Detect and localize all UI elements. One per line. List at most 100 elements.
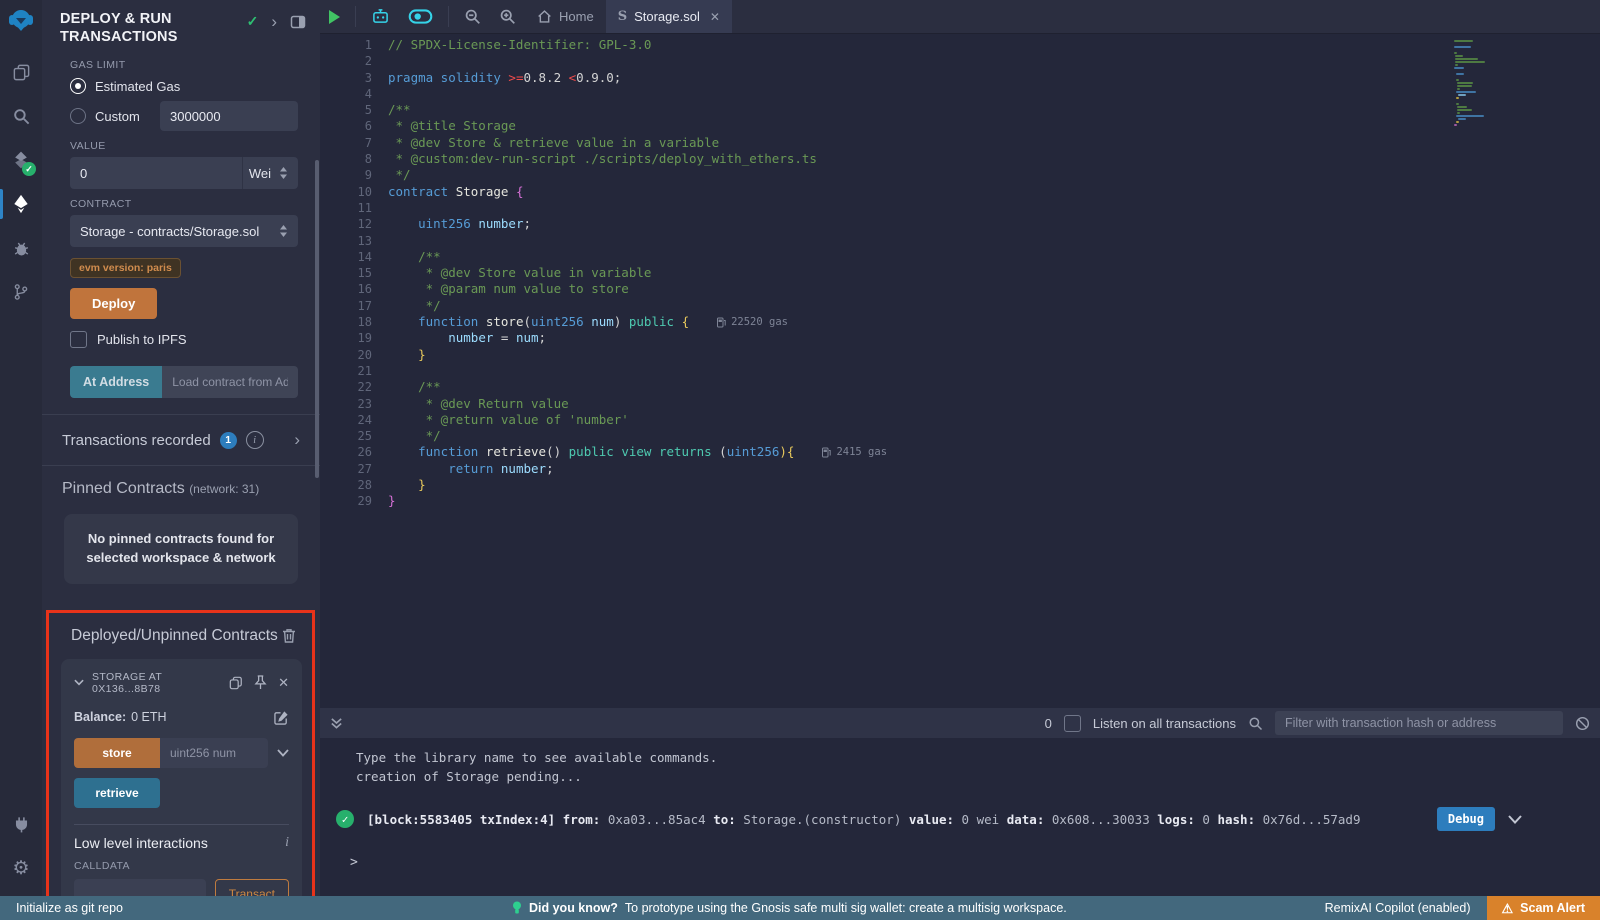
pin-contract-icon[interactable] (254, 675, 267, 690)
clear-deployed-trash-icon[interactable] (282, 628, 296, 643)
transact-button[interactable]: Transact (215, 879, 289, 896)
code-line[interactable]: 25 */ (320, 428, 1600, 444)
balance-value: 0 ETH (131, 710, 166, 724)
stepper-icon (279, 225, 288, 237)
code-line[interactable]: 29} (320, 493, 1600, 509)
scam-alert-button[interactable]: ⚠ Scam Alert (1487, 896, 1600, 920)
deploy-button[interactable]: Deploy (70, 288, 157, 319)
custom-gas-input[interactable] (160, 101, 298, 131)
code-line[interactable]: 22 /** (320, 379, 1600, 395)
deployed-contract-card: STORAGE AT 0X136...8B78 ✕ Balance: (61, 659, 302, 896)
remix-logo-icon[interactable] (6, 6, 36, 36)
retrieve-function-button[interactable]: retrieve (74, 778, 160, 808)
git-init-button[interactable]: Initialize as git repo (0, 901, 123, 915)
pinned-contracts-section: Pinned Contracts (network: 31) No pinned… (42, 466, 320, 592)
deployed-contracts-title: Deployed/Unpinned Contracts (71, 627, 278, 645)
code-line[interactable]: 4 (320, 86, 1600, 102)
terminal-filter-input[interactable] (1275, 711, 1563, 735)
code-line[interactable]: 27 return number; (320, 461, 1600, 477)
code-line[interactable]: 20 } (320, 347, 1600, 363)
panel-scrollbar[interactable] (315, 160, 319, 478)
zoom-in-icon[interactable] (490, 0, 525, 33)
code-line[interactable]: 15 * @dev Store value in variable (320, 265, 1600, 281)
solidity-compiler-icon[interactable]: ✓ (0, 138, 42, 182)
code-line[interactable]: 3pragma solidity >=0.8.2 <0.9.0; (320, 70, 1600, 86)
listen-all-checkbox[interactable] (1064, 715, 1081, 732)
file-explorer-icon[interactable] (0, 50, 42, 94)
code-line[interactable]: 8 * @custom:dev-run-script ./scripts/dep… (320, 151, 1600, 167)
pin-side-panel-icon[interactable] (290, 14, 306, 30)
hint-text: To prototype using the Gnosis safe multi… (625, 901, 1067, 915)
tab-storage-sol[interactable]: S Storage.sol ✕ (606, 0, 732, 33)
close-tab-icon[interactable]: ✕ (710, 10, 720, 24)
code-line[interactable]: 18 function store(uint256 num) public {2… (320, 314, 1600, 330)
code-line[interactable]: 21 (320, 363, 1600, 379)
code-line[interactable]: 19 number = num; (320, 330, 1600, 346)
tab-home[interactable]: Home (525, 0, 606, 33)
code-line[interactable]: 5/** (320, 102, 1600, 118)
ai-robot-icon[interactable] (362, 0, 399, 33)
estimated-gas-radio[interactable]: Estimated Gas (70, 78, 298, 94)
code-line[interactable]: 23 * @dev Return value (320, 396, 1600, 412)
debugger-icon[interactable] (0, 226, 42, 270)
chevron-right-icon[interactable]: › (271, 13, 277, 30)
clear-filter-ban-icon[interactable] (1575, 716, 1590, 731)
expand-tx-chevron-icon[interactable] (1508, 815, 1522, 824)
remove-contract-icon[interactable]: ✕ (278, 676, 289, 689)
code-line[interactable]: 16 * @param num value to store (320, 281, 1600, 297)
copilot-toggle[interactable] (399, 0, 442, 33)
value-input[interactable] (70, 157, 242, 189)
value-unit-select[interactable]: Wei (242, 157, 298, 189)
chevron-down-icon[interactable] (74, 679, 84, 686)
remix-ide-window: ✓ (0, 0, 1600, 920)
solidity-file-icon: S (618, 9, 627, 24)
copy-address-icon[interactable] (229, 676, 243, 690)
info-icon[interactable]: i (246, 431, 264, 449)
code-line[interactable]: 10contract Storage { (320, 184, 1600, 200)
zoom-out-icon[interactable] (455, 0, 490, 33)
editor-minimap[interactable] (1454, 40, 1544, 127)
plugin-manager-icon[interactable] (0, 802, 42, 846)
transactions-recorded-row[interactable]: Transactions recorded 1 i › (42, 415, 320, 465)
code-line[interactable]: 2 (320, 53, 1600, 69)
code-line[interactable]: 14 /** (320, 249, 1600, 265)
copilot-status[interactable]: RemixAI Copilot (enabled) (1325, 901, 1471, 915)
expand-params-icon[interactable] (277, 749, 289, 757)
code-editor[interactable]: 1// SPDX-License-Identifier: GPL-3.023pr… (320, 34, 1600, 708)
terminal-prompt[interactable]: > (320, 855, 1600, 870)
custom-gas-radio[interactable]: Custom (70, 101, 298, 131)
code-line[interactable]: 17 */ (320, 298, 1600, 314)
settings-gear-icon[interactable]: ⚙ (0, 846, 42, 890)
deploy-run-icon[interactable] (0, 182, 42, 226)
code-line[interactable]: 9 */ (320, 167, 1600, 183)
run-script-icon[interactable] (320, 0, 349, 33)
edit-balance-icon[interactable] (274, 710, 289, 725)
expand-terminal-icon[interactable] (330, 717, 343, 730)
calldata-input[interactable] (74, 879, 206, 896)
chevron-right-icon[interactable]: › (294, 430, 300, 450)
terminal-body[interactable]: Type the library name to see available c… (320, 738, 1600, 896)
info-icon[interactable]: i (285, 835, 289, 851)
at-address-button[interactable]: At Address (70, 366, 162, 398)
store-function-button[interactable]: store (74, 738, 160, 768)
transaction-log-row[interactable]: ✓ [block:5583405 txIndex:4] from: 0xa03.… (320, 807, 1600, 831)
code-line[interactable]: 7 * @dev Store & retrieve value in a var… (320, 135, 1600, 151)
code-line[interactable]: 26 function retrieve() public view retur… (320, 444, 1600, 460)
code-line[interactable]: 1// SPDX-License-Identifier: GPL-3.0 (320, 37, 1600, 53)
search-icon[interactable] (0, 94, 42, 138)
publish-ipfs-checkbox[interactable]: Publish to IPFS (70, 331, 298, 348)
publish-ipfs-label: Publish to IPFS (97, 332, 187, 347)
contract-select[interactable]: Storage - contracts/Storage.sol (70, 215, 298, 247)
hint-bold-label: Did you know? (529, 901, 618, 915)
code-line[interactable]: 12 uint256 number; (320, 216, 1600, 232)
code-line[interactable]: 11 (320, 200, 1600, 216)
code-line[interactable]: 13 (320, 233, 1600, 249)
store-param-input[interactable] (160, 738, 268, 768)
debug-button[interactable]: Debug (1437, 807, 1495, 831)
value-unit-label: Wei (249, 166, 271, 181)
code-line[interactable]: 6 * @title Storage (320, 118, 1600, 134)
code-line[interactable]: 28 } (320, 477, 1600, 493)
at-address-input[interactable] (162, 366, 298, 398)
git-branch-icon[interactable] (0, 270, 42, 314)
code-line[interactable]: 24 * @return value of 'number' (320, 412, 1600, 428)
